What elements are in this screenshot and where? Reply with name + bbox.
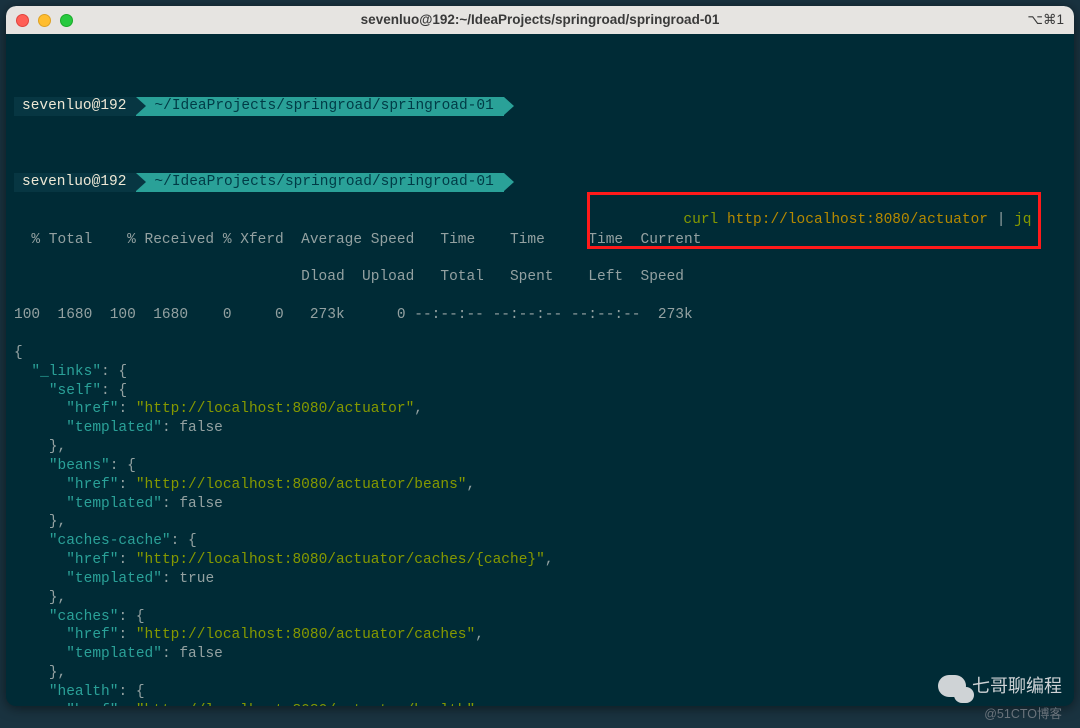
wechat-icon <box>938 675 966 697</box>
terminal-window: sevenluo@192:~/IdeaProjects/springroad/s… <box>6 6 1074 706</box>
attribution: @51CTO博客 <box>984 706 1062 722</box>
terminal-body[interactable]: sevenluo@192 ~/IdeaProjects/springroad/s… <box>6 34 1074 706</box>
command-highlight-box: curl http://localhost:8080/actuator | jq <box>587 192 1040 249</box>
cmd-curl: curl <box>683 212 718 228</box>
prompt-path: ~/IdeaProjects/springroad/springroad-01 <box>136 97 503 116</box>
prompt-path: ~/IdeaProjects/springroad/springroad-01 <box>136 173 503 192</box>
cmd-pipe: | <box>997 212 1006 228</box>
prompt-user: sevenluo@192 <box>14 97 136 116</box>
prompt-line-2: sevenluo@192 ~/IdeaProjects/springroad/s… <box>14 173 1066 192</box>
window-title: sevenluo@192:~/IdeaProjects/springroad/s… <box>6 11 1074 29</box>
json-key-links: "_links" <box>31 364 101 380</box>
prompt-user: sevenluo@192 <box>14 173 136 192</box>
command-area: curl http://localhost:8080/actuator | jq <box>504 173 1066 192</box>
wechat-label: 七哥聊编程 <box>972 675 1062 698</box>
cmd-jq: jq <box>1014 212 1031 228</box>
prompt-line-1: sevenluo@192 ~/IdeaProjects/springroad/s… <box>14 97 1066 116</box>
curl-progress-row: 100 1680 100 1680 0 0 273k 0 --:--:-- --… <box>14 306 1066 325</box>
curl-header-2: Dload Upload Total Spent Left Speed <box>14 268 1066 287</box>
titlebar: sevenluo@192:~/IdeaProjects/springroad/s… <box>6 6 1074 34</box>
json-output: { "_links": { "self": { "href": "http://… <box>14 344 1066 706</box>
cmd-url: http://localhost:8080/actuator <box>727 212 988 228</box>
wechat-overlay: 七哥聊编程 <box>938 675 1062 698</box>
